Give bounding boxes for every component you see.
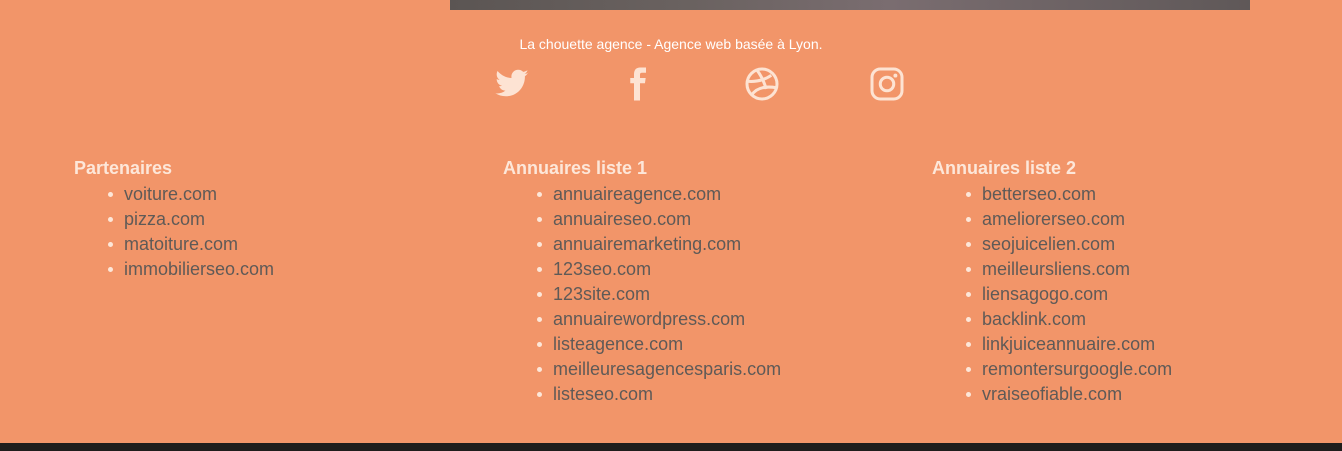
list-item: liensagogo.com (965, 282, 1172, 307)
link-list: betterseo.com ameliorerseo.com seojuicel… (932, 182, 1172, 407)
list-item: ameliorerseo.com (965, 207, 1172, 232)
list-item: meilleuresagencesparis.com (536, 357, 781, 382)
list-item: 123site.com (536, 282, 781, 307)
footer-link[interactable]: annuaireseo.com (553, 209, 691, 229)
dribbble-link[interactable] (744, 66, 780, 102)
list-item: listeagence.com (536, 332, 781, 357)
footer-link[interactable]: linkjuiceannuaire.com (982, 334, 1155, 354)
footer-link[interactable]: 123seo.com (553, 259, 651, 279)
footer-link[interactable]: meilleursliens.com (982, 259, 1130, 279)
footer-link[interactable]: immobilierseo.com (124, 259, 274, 279)
list-item: matoiture.com (107, 232, 274, 257)
facebook-link[interactable] (619, 66, 655, 102)
list-item: immobilierseo.com (107, 257, 274, 282)
footer-link[interactable]: annuairemarketing.com (553, 234, 741, 254)
link-list: annuaireagence.com annuaireseo.com annua… (503, 182, 781, 407)
column-heading: Annuaires liste 2 (932, 158, 1077, 178)
footer-link[interactable]: matoiture.com (124, 234, 238, 254)
footer-link[interactable]: annuaireagence.com (553, 184, 721, 204)
list-item: annuaireagence.com (536, 182, 781, 207)
list-item: annuairewordpress.com (536, 307, 781, 332)
footer-link[interactable]: annuairewordpress.com (553, 309, 745, 329)
footer-column-partenaires: Partenaires voiture.com pizza.com matoit… (74, 157, 274, 282)
list-item: vraiseofiable.com (965, 382, 1172, 407)
hero-image-bottom-edge (450, 0, 1250, 10)
footer-link[interactable]: ameliorerseo.com (982, 209, 1125, 229)
twitter-icon (495, 69, 529, 97)
instagram-link[interactable] (869, 66, 905, 102)
list-item: meilleursliens.com (965, 257, 1172, 282)
footer-column-annuaires-2: Annuaires liste 2 betterseo.com ameliore… (932, 157, 1172, 407)
list-item: pizza.com (107, 207, 274, 232)
column-heading: Partenaires (74, 158, 173, 178)
facebook-icon (630, 67, 646, 101)
bottom-bar (0, 443, 1342, 451)
list-item: voiture.com (107, 182, 274, 207)
footer-link[interactable]: meilleuresagencesparis.com (553, 359, 781, 379)
list-item: annuaireseo.com (536, 207, 781, 232)
social-links (0, 66, 1342, 106)
footer-link[interactable]: 123site.com (553, 284, 650, 304)
twitter-link[interactable] (494, 66, 530, 102)
list-item: backlink.com (965, 307, 1172, 332)
list-item: betterseo.com (965, 182, 1172, 207)
list-item: listeseo.com (536, 382, 781, 407)
list-item: 123seo.com (536, 257, 781, 282)
footer-link[interactable]: pizza.com (124, 209, 205, 229)
column-heading: Annuaires liste 1 (503, 158, 648, 178)
site-footer: La chouette agence - Agence web basée à … (0, 10, 1342, 443)
footer-link[interactable]: betterseo.com (982, 184, 1096, 204)
list-item: annuairemarketing.com (536, 232, 781, 257)
footer-link[interactable]: backlink.com (982, 309, 1086, 329)
list-item: seojuicelien.com (965, 232, 1172, 257)
instagram-icon (870, 67, 904, 101)
footer-link[interactable]: voiture.com (124, 184, 217, 204)
footer-link[interactable]: vraiseofiable.com (982, 384, 1122, 404)
link-list: voiture.com pizza.com matoiture.com immo… (74, 182, 274, 282)
dribbble-icon (745, 67, 779, 101)
list-item: linkjuiceannuaire.com (965, 332, 1172, 357)
footer-column-annuaires-1: Annuaires liste 1 annuaireagence.com ann… (503, 157, 781, 407)
footer-link[interactable]: listeagence.com (553, 334, 683, 354)
list-item: remontersurgoogle.com (965, 357, 1172, 382)
footer-link[interactable]: seojuicelien.com (982, 234, 1115, 254)
hero-image-strip (0, 0, 1342, 10)
footer-link[interactable]: liensagogo.com (982, 284, 1108, 304)
footer-tagline: La chouette agence - Agence web basée à … (519, 36, 823, 52)
footer-link[interactable]: listeseo.com (553, 384, 653, 404)
footer-link[interactable]: remontersurgoogle.com (982, 359, 1172, 379)
